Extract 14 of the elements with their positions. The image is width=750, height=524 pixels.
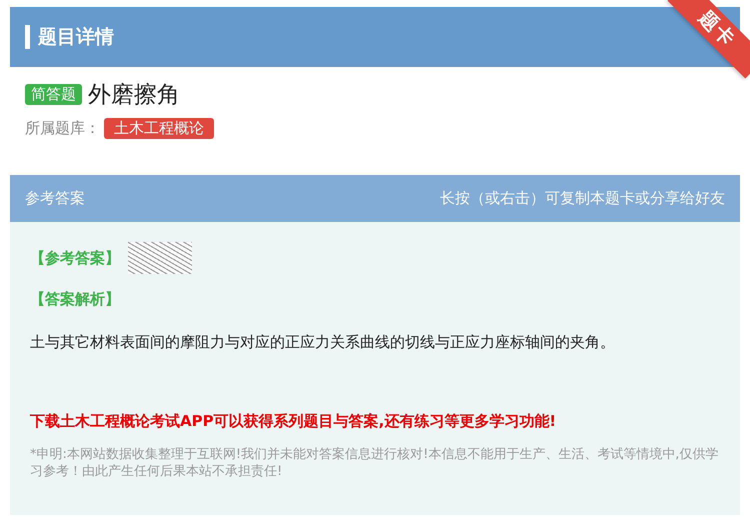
answer-label: 【参考答案】 bbox=[30, 248, 120, 268]
bank-tag[interactable]: 土木工程概论 bbox=[104, 118, 214, 139]
bank-label: 所属题库： bbox=[25, 119, 100, 138]
header-title: 题目详情 bbox=[38, 25, 114, 50]
answer-panel-title: 参考答案 bbox=[25, 189, 85, 208]
answer-image-placeholder bbox=[128, 242, 192, 274]
analysis-text: 土与其它材料表面间的摩阻力与对应的正应力关系曲线的切线与正应力座标轴间的夹角。 bbox=[30, 333, 616, 352]
question-title: 外磨擦角 bbox=[88, 81, 180, 110]
disclaimer-text: *申明:本网站数据收集整理于互联网!我们并未能对答案信息进行核对!本信息不能用于生产、生活、考试等情境中,仅供学习参考！由此产生任何后果本站不承担责任! bbox=[30, 447, 720, 481]
share-hint: 长按（或右击）可复制本题卡或分享给好友 bbox=[440, 189, 725, 208]
promo-text: 下载土木工程概论考试APP可以获得系列题目与答案,还有练习等更多学习功能! bbox=[30, 412, 558, 431]
title-bar-mark bbox=[25, 25, 30, 49]
question-type-badge: 简答题 bbox=[25, 84, 82, 105]
analysis-label: 【答案解析】 bbox=[30, 290, 120, 309]
